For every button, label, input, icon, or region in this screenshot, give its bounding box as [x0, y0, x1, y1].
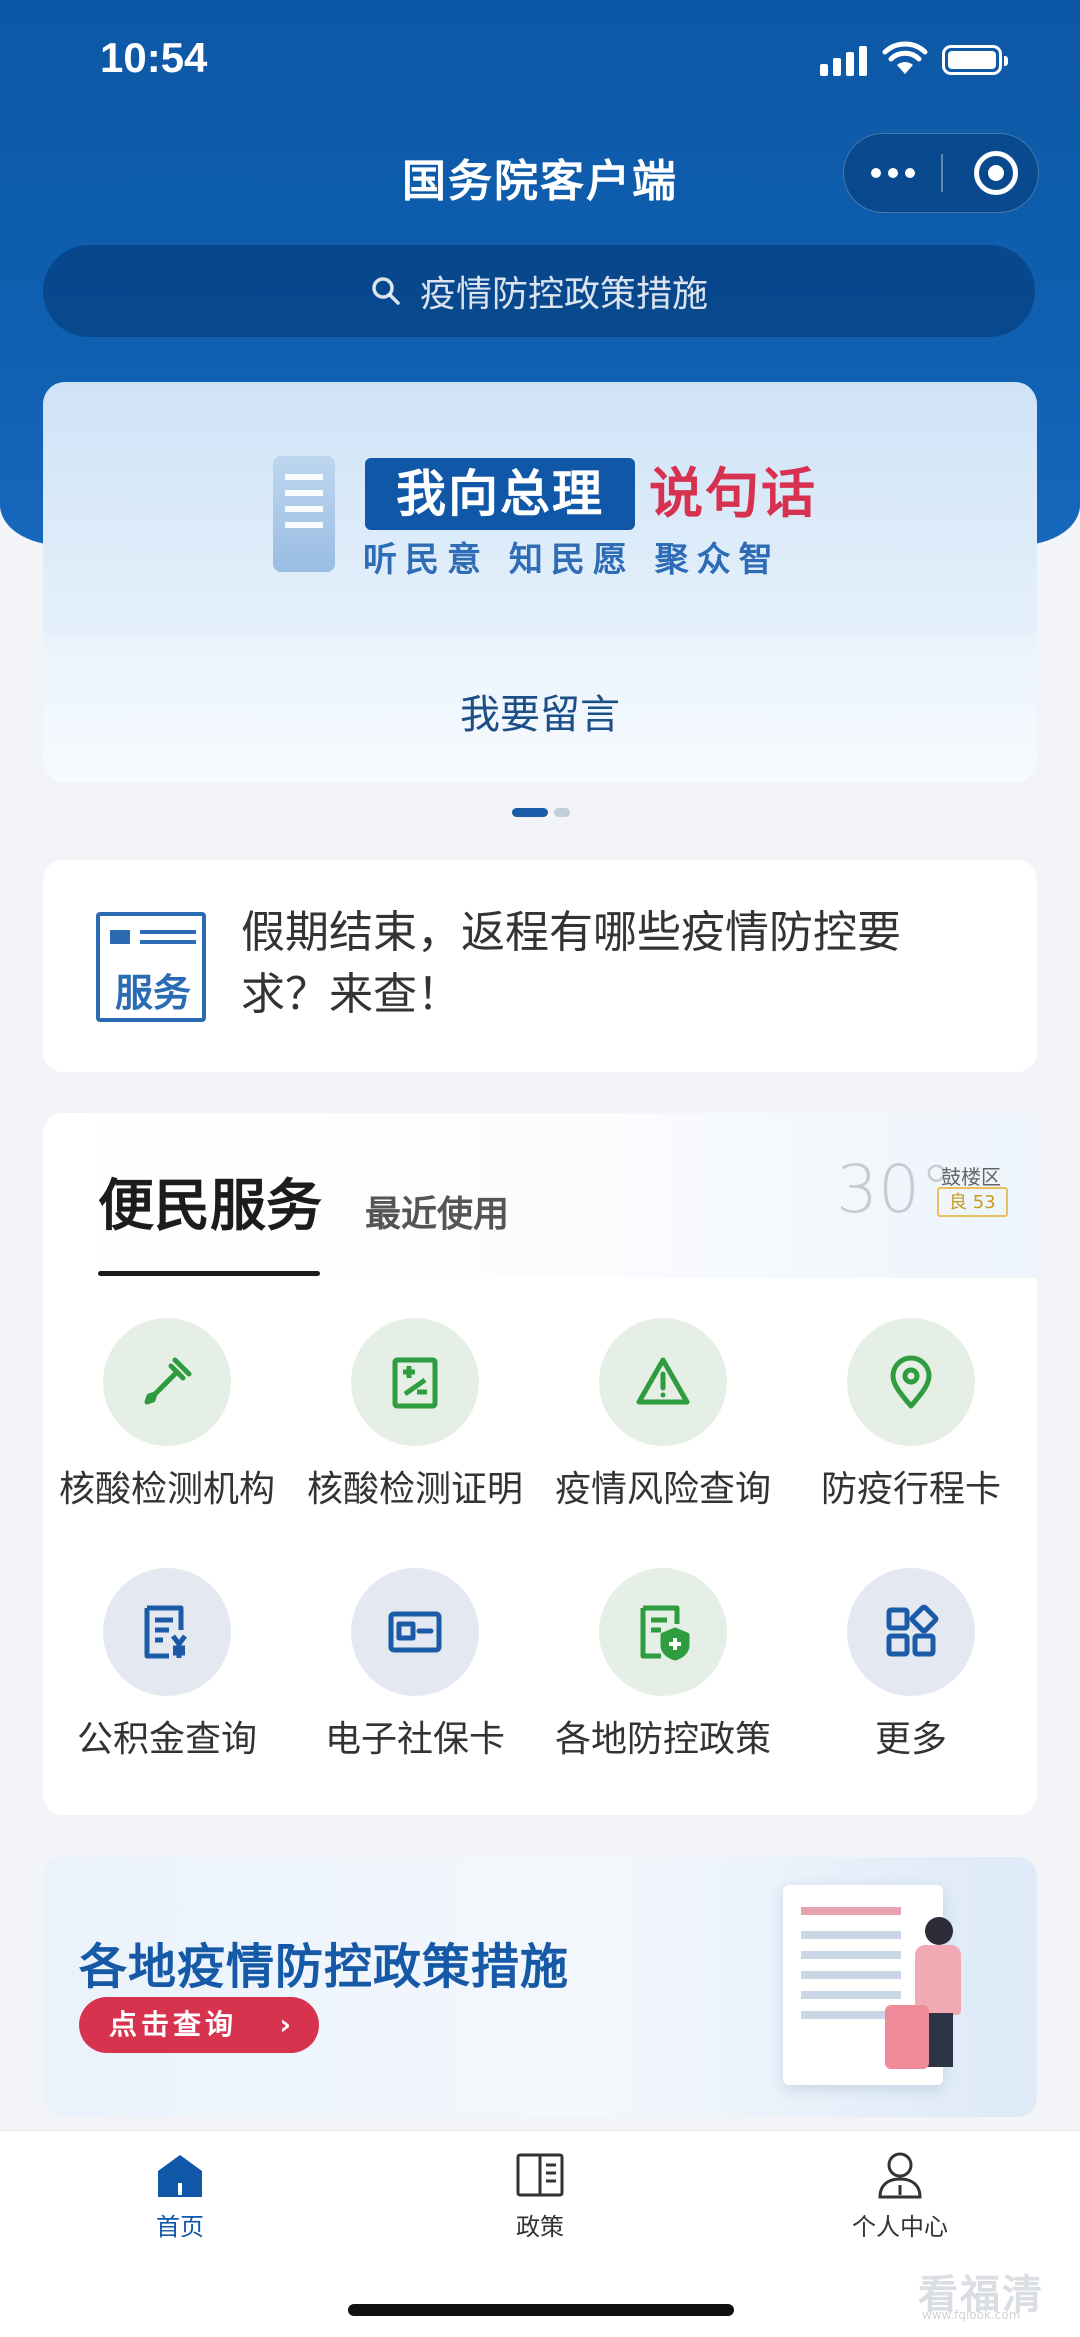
query-now-button[interactable]: 点击查询 › [79, 1997, 319, 2053]
service-epidemic-risk-query[interactable]: 疫情风险查询 [539, 1318, 787, 1512]
banner-boxed-title: 我向总理 [365, 458, 635, 530]
more-options-button[interactable] [844, 134, 941, 212]
active-tab-underline [98, 1271, 320, 1276]
service-badge-icon: 服务 [96, 912, 206, 1022]
warning-icon [636, 1357, 690, 1405]
notice-headline: 假期结束，返程有哪些疫情防控要求？来查！ [241, 907, 901, 1020]
carousel-dot [554, 808, 570, 817]
id-card-icon [388, 1611, 442, 1653]
service-nucleic-test-institutions[interactable]: 核酸检测机构 [43, 1318, 291, 1512]
carousel-indicator [512, 808, 570, 817]
tab-convenience-services[interactable]: 便民服务 [98, 1161, 322, 1242]
tab-home[interactable]: 首页 [80, 2149, 280, 2242]
search-placeholder: 疫情防控政策措施 [419, 274, 708, 315]
service-e-social-security-card[interactable]: 电子社保卡 [291, 1568, 539, 1762]
battery-icon [942, 45, 1008, 75]
close-mini-program-button[interactable] [974, 151, 1018, 195]
service-nucleic-test-certificate[interactable]: 核酸检测证明 [291, 1318, 539, 1512]
shield-doc-icon [640, 1605, 690, 1661]
tab-policy[interactable]: 政策 [440, 2149, 640, 2242]
status-time: 10:54 [100, 34, 208, 81]
convenience-services-card: 便民服务 最近使用 30° 鼓楼区 良 53 核酸检测机构 核酸检测证明 疫情风… [43, 1113, 1037, 1815]
suitcase-illustration [885, 2005, 929, 2069]
service-more[interactable]: 更多 [787, 1568, 1035, 1762]
wifi-icon [882, 41, 928, 74]
service-housing-fund-query[interactable]: 公积金查询 [43, 1568, 291, 1762]
grid-more-icon [886, 1604, 939, 1657]
search-icon [372, 277, 400, 305]
home-indicator[interactable] [348, 2304, 734, 2316]
chevron-right-icon: › [279, 2008, 295, 2041]
user-icon [878, 2152, 922, 2199]
cellular-signal-icon [820, 46, 867, 76]
home-icon [158, 2155, 202, 2197]
carousel-dot-active [512, 808, 548, 817]
weather-temperature: 30° [836, 1151, 953, 1228]
watermark-url: www.fqlook.com [922, 2308, 1021, 2322]
air-quality-badge: 良 53 [937, 1187, 1008, 1217]
service-regional-control-policies[interactable]: 各地防控政策 [539, 1568, 787, 1762]
leave-message-link[interactable]: 我要留言 [43, 682, 1037, 740]
weather-district: 鼓楼区 [941, 1165, 1001, 1189]
status-bar: 10:54 [0, 0, 1080, 120]
banner-red-title: 说句话 [649, 462, 817, 525]
mini-program-capsule [843, 133, 1039, 213]
fund-receipt-icon [144, 1605, 187, 1659]
banner-premier-message[interactable]: 我向总理 说句话 听民意 知民愿 聚众智 我要留言 [43, 382, 1037, 782]
book-icon [516, 2153, 564, 2197]
certificate-icon [392, 1357, 438, 1409]
banner-subtitle: 听民意 知民愿 聚众智 [363, 540, 781, 580]
service-travel-card[interactable]: 防疫行程卡 [787, 1318, 1035, 1512]
document-illustration [273, 456, 335, 572]
service-notice-card[interactable]: 服务 假期结束，返程有哪些疫情防控要求？来查！ [43, 860, 1037, 1072]
location-pin-icon [890, 1355, 932, 1409]
services-header: 便民服务 最近使用 30° 鼓楼区 良 53 [43, 1113, 1037, 1278]
dropper-icon [144, 1357, 192, 1405]
search-input[interactable]: 疫情防控政策措施 [43, 245, 1035, 337]
tab-recently-used[interactable]: 最近使用 [365, 1185, 509, 1237]
policy-banner-title: 各地疫情防控政策措施 [79, 1939, 570, 1995]
tab-personal-center[interactable]: 个人中心 [800, 2149, 1000, 2242]
regional-policy-banner[interactable]: 各地疫情防控政策措施 点击查询 › [43, 1857, 1037, 2117]
